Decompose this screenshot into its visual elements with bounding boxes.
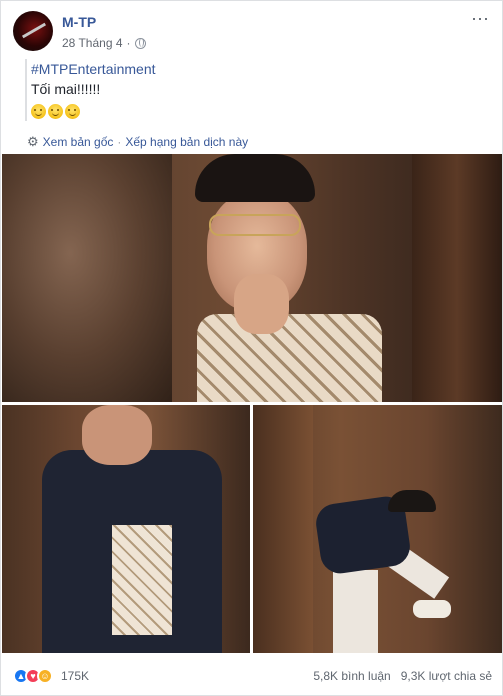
photo-cap (195, 154, 315, 202)
photo-hand (234, 274, 289, 334)
post-footer: ▲ ♥ ☺ 175K 5,8K bình luận 9,3K lượt chia… (1, 657, 503, 695)
post-author[interactable]: M-TP (62, 14, 96, 30)
gear-icon[interactable]: ⚙ (27, 134, 39, 150)
post-card: M-TP 28 Tháng 4 · ⋯ #MTPEntertainment Tố… (0, 0, 503, 696)
photo-grid (1, 154, 503, 655)
photo-hat (388, 490, 436, 512)
reactions-count[interactable]: 175K (61, 669, 89, 683)
emoji-row (31, 101, 491, 121)
meta-dot: · (126, 36, 131, 50)
engagement-stats: 5,8K bình luận 9,3K lượt chia sẻ (313, 669, 492, 683)
more-icon[interactable]: ⋯ (471, 9, 490, 30)
photo-door (412, 154, 502, 402)
photo-shirt (112, 525, 172, 635)
rate-translation-link[interactable]: Xếp hạng bản dịch này (125, 135, 248, 149)
comments-count[interactable]: 5,8K bình luận (313, 669, 390, 683)
photo-main[interactable] (2, 154, 502, 402)
photo-head (82, 405, 152, 465)
photo-shoe (413, 600, 451, 618)
photo-glasses (209, 214, 301, 236)
smile-emoji-icon (65, 103, 80, 119)
post-meta: 28 Tháng 4 · (62, 36, 146, 50)
smile-emoji-icon (31, 103, 46, 119)
post-text: #MTPEntertainment Tối mai!!!!!! (25, 59, 491, 121)
reaction-icons: ▲ ♥ ☺ (13, 668, 53, 684)
photo-bottom-right[interactable] (253, 405, 502, 653)
hashtag-link[interactable]: #MTPEntertainment (31, 59, 491, 79)
post-message: Tối mai!!!!!! (31, 81, 101, 97)
photo-jacket (197, 314, 382, 402)
photo-pants (333, 570, 378, 653)
translation-bar: ⚙ Xem bản gốc · Xếp hạng bản dịch này (27, 133, 248, 151)
haha-icon: ☺ (37, 668, 53, 684)
globe-icon (134, 37, 146, 49)
photo-foreground-blur (2, 154, 172, 402)
photo-door (253, 405, 313, 653)
photo-bottom-left[interactable] (2, 405, 250, 653)
see-original-link[interactable]: Xem bản gốc (43, 135, 114, 149)
smile-emoji-icon (48, 103, 63, 119)
shares-count[interactable]: 9,3K lượt chia sẻ (401, 669, 492, 683)
avatar[interactable] (13, 11, 53, 51)
post-date[interactable]: 28 Tháng 4 (62, 36, 123, 50)
reactions-summary[interactable]: ▲ ♥ ☺ 175K (13, 668, 89, 684)
avatar-logo (21, 22, 47, 39)
translation-separator: · (117, 135, 122, 149)
